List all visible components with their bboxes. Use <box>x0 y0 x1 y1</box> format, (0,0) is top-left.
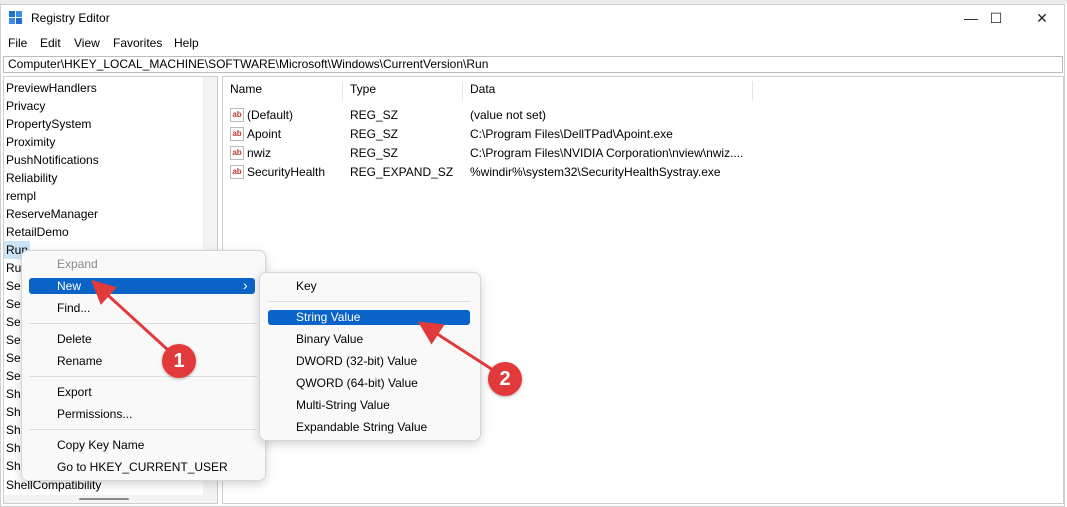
close-button[interactable]: ✕ <box>1019 5 1065 31</box>
value-row[interactable]: ab (Default) REG_SZ (value not set) <box>223 106 1063 125</box>
menu-item-rename[interactable]: Rename <box>57 352 102 370</box>
menu-item-go-to-hkcu[interactable]: Go to HKEY_CURRENT_USER <box>57 458 228 476</box>
tree-item[interactable]: Se <box>6 331 21 349</box>
tree-horizontal-scrollbar[interactable] <box>4 495 204 503</box>
tree-item[interactable]: ReserveManager <box>6 205 98 223</box>
context-menu: Expand New › Find... Delete Rename Expor… <box>21 250 266 481</box>
tree-item[interactable]: Sh <box>6 457 21 475</box>
column-separator[interactable] <box>462 81 463 101</box>
chevron-right-icon: › <box>243 277 248 293</box>
value-data: C:\Program Files\DellTPad\Apoint.exe <box>470 127 673 141</box>
tree-item[interactable]: Se <box>6 367 21 385</box>
menu-item-permissions[interactable]: Permissions... <box>57 405 132 423</box>
menu-item-new-label: New <box>57 279 82 293</box>
menu-item-export[interactable]: Export <box>57 383 92 401</box>
value-name: (Default) <box>247 108 294 122</box>
menu-item-delete[interactable]: Delete <box>57 330 92 348</box>
value-name: Apoint <box>247 127 282 141</box>
tree-item[interactable]: Se <box>6 349 21 367</box>
submenu-item-key[interactable]: Key <box>296 277 317 295</box>
value-type: REG_SZ <box>350 108 399 122</box>
menu-bar: File Edit View Favorites Help <box>1 35 1064 53</box>
tree-item[interactable]: PushNotifications <box>6 151 99 169</box>
registry-editor-icon <box>9 11 22 24</box>
string-value-icon: ab <box>230 108 244 122</box>
value-name: SecurityHealth <box>247 165 326 179</box>
tree-item[interactable]: Se <box>6 277 21 295</box>
menu-separator <box>268 301 470 302</box>
submenu-item-binary-value[interactable]: Binary Value <box>296 330 363 348</box>
value-row[interactable]: ab SecurityHealth REG_EXPAND_SZ %windir%… <box>223 163 1063 182</box>
menu-separator <box>29 429 257 430</box>
value-row[interactable]: ab Apoint REG_SZ C:\Program Files\DellTP… <box>223 125 1063 144</box>
tree-item[interactable]: Sh <box>6 385 21 403</box>
callout-badge-1: 1 <box>162 344 196 378</box>
tree-item[interactable]: PropertySystem <box>6 115 91 133</box>
value-data: C:\Program Files\NVIDIA Corporation\nvie… <box>470 146 744 160</box>
string-value-icon: ab <box>230 146 244 160</box>
tree-item[interactable]: Proximity <box>6 133 55 151</box>
tree-item[interactable]: Se <box>6 313 21 331</box>
value-data: %windir%\system32\SecurityHealthSystray.… <box>470 165 721 179</box>
title-bar: Registry Editor — ☐ ✕ <box>1 5 1064 31</box>
tree-item[interactable]: Sh <box>6 403 21 421</box>
tree-item[interactable]: Se <box>6 295 21 313</box>
column-header-name[interactable]: Name <box>230 82 262 96</box>
tree-item[interactable]: Privacy <box>6 97 45 115</box>
tree-item[interactable]: Ru <box>6 259 21 277</box>
tree-item[interactable]: Sh <box>6 421 21 439</box>
tree-item[interactable]: Reliability <box>6 169 57 187</box>
value-row[interactable]: ab nwiz REG_SZ C:\Program Files\NVIDIA C… <box>223 144 1063 163</box>
maximize-button[interactable]: ☐ <box>973 5 1019 31</box>
string-value-icon: ab <box>230 165 244 179</box>
string-value-icon: ab <box>230 127 244 141</box>
tree-item[interactable]: RetailDemo <box>6 223 69 241</box>
menu-item-expand[interactable]: Expand <box>57 255 98 273</box>
menu-item-copy-key-name[interactable]: Copy Key Name <box>57 436 144 454</box>
value-type: REG_SZ <box>350 146 399 160</box>
submenu-item-expandable-string-value[interactable]: Expandable String Value <box>296 418 427 436</box>
tree-item[interactable]: Sh <box>6 439 21 457</box>
column-header-data[interactable]: Data <box>470 82 495 96</box>
menu-file[interactable]: File <box>8 36 27 50</box>
column-separator[interactable] <box>342 81 343 101</box>
column-separator[interactable] <box>752 81 753 101</box>
address-bar[interactable]: Computer\HKEY_LOCAL_MACHINE\SOFTWARE\Mic… <box>3 56 1063 73</box>
new-submenu: Key String Value Binary Value DWORD (32-… <box>259 272 481 441</box>
callout-badge-2: 2 <box>488 362 522 396</box>
menu-separator <box>29 376 257 377</box>
submenu-item-dword-value[interactable]: DWORD (32-bit) Value <box>296 352 417 370</box>
value-type: REG_EXPAND_SZ <box>350 165 454 179</box>
value-name: nwiz <box>247 146 272 160</box>
scrollbar-thumb[interactable] <box>79 498 129 500</box>
submenu-item-string-value-label: String Value <box>296 310 361 324</box>
value-data: (value not set) <box>470 108 547 122</box>
menu-edit[interactable]: Edit <box>40 36 61 50</box>
menu-favorites[interactable]: Favorites <box>113 36 162 50</box>
tree-item[interactable]: rempl <box>6 187 36 205</box>
menu-help[interactable]: Help <box>174 36 199 50</box>
menu-item-find[interactable]: Find... <box>57 299 90 317</box>
menu-view[interactable]: View <box>74 36 100 50</box>
menu-separator <box>29 323 257 324</box>
value-type: REG_SZ <box>350 127 399 141</box>
submenu-item-multi-string-value[interactable]: Multi-String Value <box>296 396 390 414</box>
window-title: Registry Editor <box>31 11 110 25</box>
submenu-item-qword-value[interactable]: QWORD (64-bit) Value <box>296 374 418 392</box>
tree-item[interactable]: PreviewHandlers <box>6 79 97 97</box>
column-header-type[interactable]: Type <box>350 82 376 96</box>
